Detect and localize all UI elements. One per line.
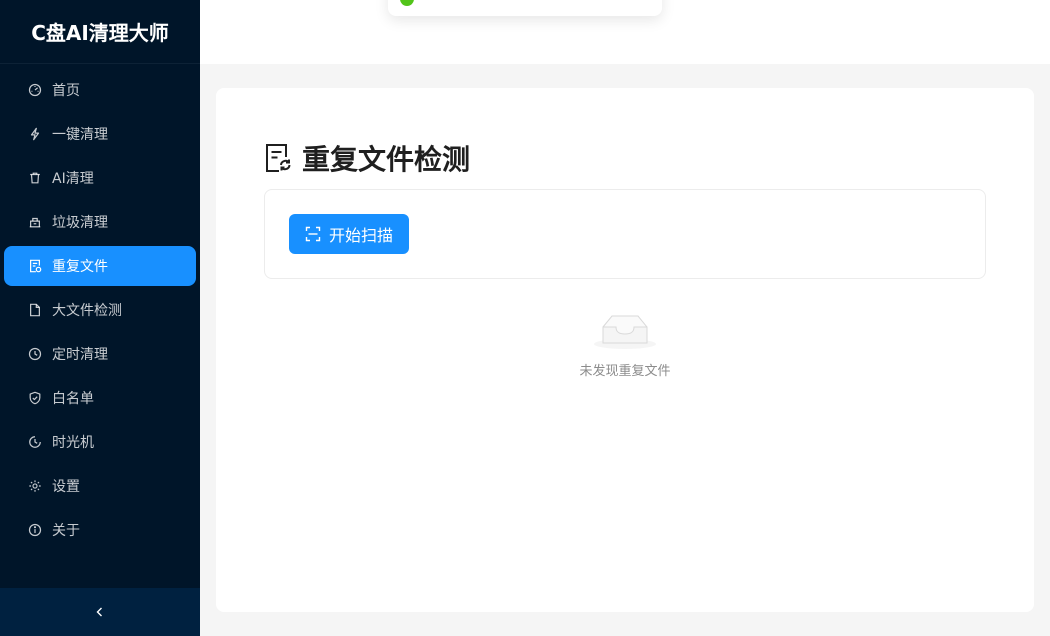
sidebar-item-label: 一键清理 bbox=[52, 127, 108, 143]
sidebar: C盘AI清理大师 首页 一键清理 AI清理 垃圾清理 重复文件 大文件检测 定时… bbox=[0, 0, 200, 636]
content-panel: 重复文件检测 开始扫描 未发现重复文件 bbox=[216, 88, 1034, 612]
empty-state-text: 未发现重复文件 bbox=[579, 364, 671, 379]
chevron-left-icon bbox=[94, 603, 106, 622]
page-title: 重复文件检测 bbox=[264, 138, 470, 178]
sidebar-collapse-button[interactable] bbox=[0, 588, 200, 636]
sidebar-item-one-click-clean[interactable]: 一键清理 bbox=[4, 114, 196, 154]
sidebar-item-label: 大文件检测 bbox=[52, 303, 122, 319]
sidebar-item-about[interactable]: 关于 bbox=[4, 510, 196, 550]
sidebar-item-duplicate-files[interactable]: 重复文件 bbox=[4, 246, 196, 286]
sidebar-item-label: 设置 bbox=[52, 479, 80, 495]
sidebar-item-settings[interactable]: 设置 bbox=[4, 466, 196, 506]
file-sync-icon bbox=[28, 259, 42, 273]
sidebar-item-label: 重复文件 bbox=[52, 259, 108, 275]
sidebar-item-label: 垃圾清理 bbox=[52, 215, 108, 231]
start-scan-button[interactable]: 开始扫描 bbox=[289, 214, 409, 254]
sidebar-item-home[interactable]: 首页 bbox=[4, 70, 196, 110]
sidebar-item-label: 白名单 bbox=[52, 391, 94, 407]
start-scan-label: 开始扫描 bbox=[328, 226, 393, 245]
sidebar-item-label: 时光机 bbox=[52, 435, 94, 451]
shield-check-icon bbox=[28, 391, 42, 405]
thunderbolt-icon bbox=[28, 127, 42, 141]
file-sync-icon bbox=[264, 143, 292, 173]
header bbox=[200, 0, 1050, 64]
sidebar-item-ai-clean[interactable]: AI清理 bbox=[4, 158, 196, 198]
gear-icon bbox=[28, 479, 42, 493]
info-icon bbox=[28, 523, 42, 537]
scan-icon bbox=[305, 226, 321, 242]
success-toast bbox=[388, 0, 662, 16]
sidebar-menu: 首页 一键清理 AI清理 垃圾清理 重复文件 大文件检测 定时清理 白名单 时光… bbox=[0, 64, 200, 550]
sidebar-item-large-files[interactable]: 大文件检测 bbox=[4, 290, 196, 330]
sidebar-item-label: 定时清理 bbox=[52, 347, 108, 363]
sidebar-item-junk-clean[interactable]: 垃圾清理 bbox=[4, 202, 196, 242]
scan-card: 开始扫描 bbox=[264, 189, 986, 279]
sidebar-item-label: 首页 bbox=[52, 83, 80, 99]
file-icon bbox=[28, 303, 42, 317]
empty-inbox-icon bbox=[593, 308, 657, 350]
sidebar-item-label: 关于 bbox=[52, 523, 80, 539]
clock-icon bbox=[28, 347, 42, 361]
page-title-text: 重复文件检测 bbox=[302, 143, 471, 176]
empty-state: 未发现重复文件 bbox=[216, 308, 1034, 379]
check-circle-icon bbox=[400, 0, 414, 6]
trash-icon bbox=[28, 171, 42, 185]
app-logo-title: C盘AI清理大师 bbox=[0, 0, 200, 64]
sidebar-item-time-machine[interactable]: 时光机 bbox=[4, 422, 196, 462]
history-icon bbox=[28, 435, 42, 449]
sidebar-item-whitelist[interactable]: 白名单 bbox=[4, 378, 196, 418]
sidebar-item-label: AI清理 bbox=[52, 171, 94, 187]
dashboard-icon bbox=[28, 83, 42, 97]
bin-icon bbox=[28, 215, 42, 229]
sidebar-item-scheduled-clean[interactable]: 定时清理 bbox=[4, 334, 196, 374]
